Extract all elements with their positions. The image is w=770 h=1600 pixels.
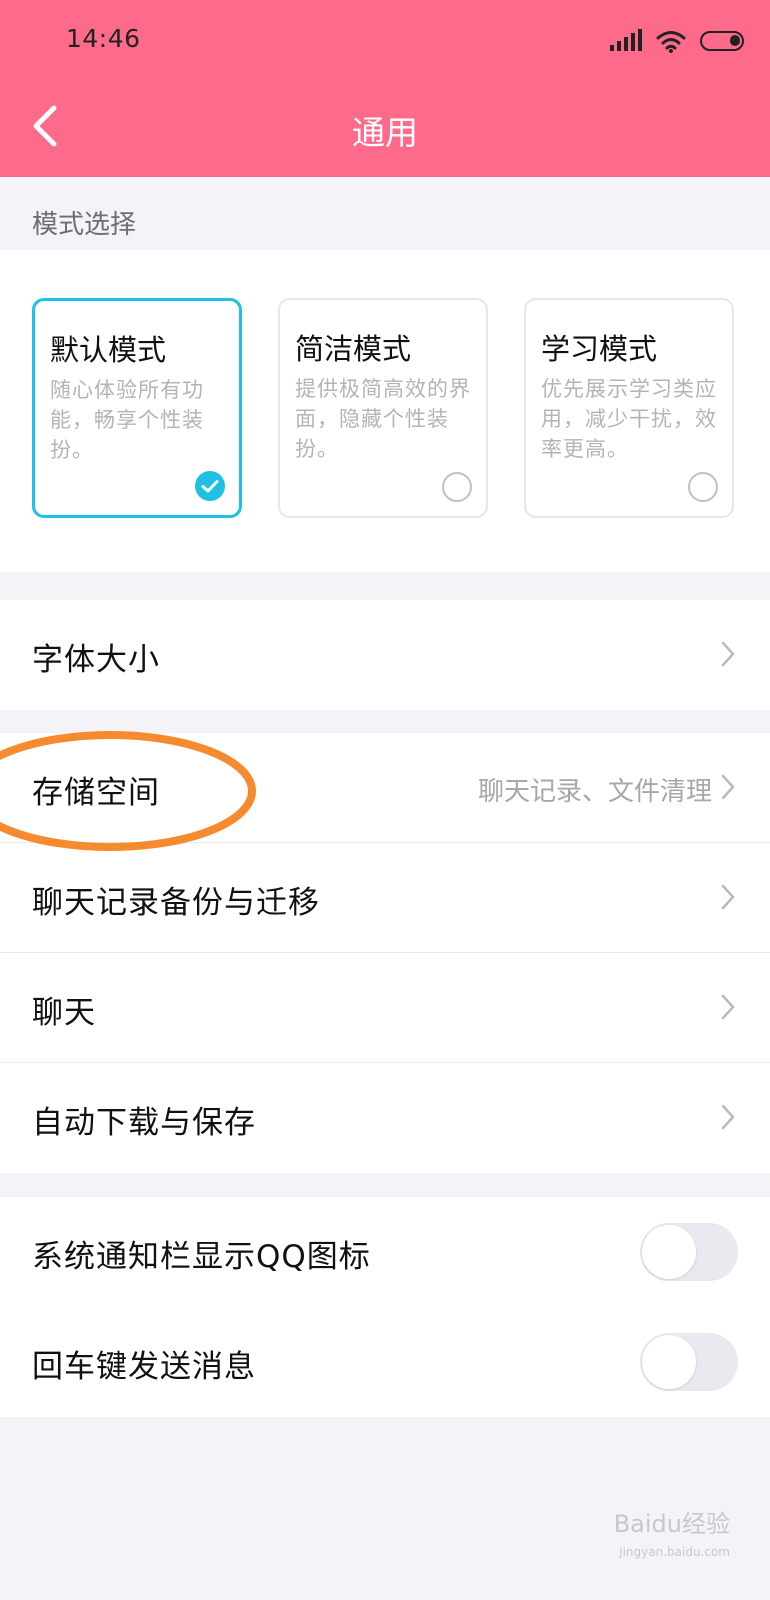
storage-group: 存储空间 聊天记录、文件清理 聊天记录备份与迁移 聊天 自动下载与保存: [0, 733, 770, 1173]
mode-title: 学习模式: [541, 332, 658, 366]
row-label: 聊天: [32, 995, 96, 1031]
mode-card-default[interactable]: 默认模式 随心体验所有功能，畅享个性装扮。: [32, 298, 242, 518]
mode-title: 默认模式: [50, 333, 167, 367]
radio-unchecked-icon[interactable]: [442, 472, 472, 502]
notify-icon-toggle[interactable]: [640, 1223, 738, 1281]
status-time: 14:46: [66, 24, 141, 53]
notify-icon-row: 系统通知栏显示QQ图标: [0, 1197, 770, 1307]
chevron-right-icon: [721, 774, 735, 800]
watermark-logo: Baidu经验: [613, 1510, 730, 1538]
row-label: 自动下载与保存: [32, 1105, 256, 1141]
chat-row[interactable]: 聊天: [0, 953, 770, 1063]
battery-icon: [700, 31, 744, 51]
chevron-right-icon: [721, 994, 735, 1020]
backup-row[interactable]: 聊天记录备份与迁移: [0, 843, 770, 953]
font-size-row[interactable]: 字体大小: [0, 600, 770, 710]
watermark-url: jingyan.baidu.com: [619, 1545, 730, 1559]
toggle-knob: [642, 1335, 696, 1389]
storage-row[interactable]: 存储空间 聊天记录、文件清理: [0, 733, 770, 843]
watermark: Baidu经验 jingyan.baidu.com: [614, 1510, 730, 1566]
radio-checked-icon[interactable]: [195, 471, 225, 501]
toggle-group: 系统通知栏显示QQ图标 回车键发送消息: [0, 1197, 770, 1417]
chevron-right-icon: [721, 1104, 735, 1130]
row-label: 聊天记录备份与迁移: [32, 885, 320, 921]
app-header: 14:46 通用: [0, 0, 770, 177]
row-label: 系统通知栏显示QQ图标: [32, 1239, 371, 1275]
font-size-group: 字体大小: [0, 600, 770, 710]
mode-description: 优先展示学习类应用，减少干扰，效率更高。: [541, 377, 717, 461]
chevron-right-icon: [721, 641, 735, 667]
mode-card-simple[interactable]: 简洁模式 提供极简高效的界面，隐藏个性装扮。: [278, 298, 488, 518]
radio-unchecked-icon[interactable]: [688, 472, 718, 502]
enter-send-row: 回车键发送消息: [0, 1307, 770, 1417]
auto-download-row[interactable]: 自动下载与保存: [0, 1063, 770, 1173]
mode-card-study[interactable]: 学习模式 优先展示学习类应用，减少干扰，效率更高。: [524, 298, 734, 518]
row-value: 聊天记录、文件清理: [477, 777, 712, 807]
mode-title: 简洁模式: [295, 332, 412, 366]
row-label: 回车键发送消息: [32, 1349, 256, 1385]
enter-send-toggle[interactable]: [640, 1333, 738, 1391]
toggle-knob: [642, 1225, 696, 1279]
chevron-right-icon: [721, 884, 735, 910]
mode-panel: 默认模式 随心体验所有功能，畅享个性装扮。 简洁模式 提供极简高效的界面，隐藏个…: [0, 250, 770, 572]
mode-section-label: 模式选择: [32, 210, 137, 240]
row-label: 存储空间: [32, 775, 160, 811]
mode-description: 随心体验所有功能，畅享个性装扮。: [50, 378, 204, 462]
status-icons: [610, 28, 744, 54]
page-title: 通用: [352, 113, 418, 152]
wifi-icon: [656, 31, 686, 53]
mode-description: 提供极简高效的界面，隐藏个性装扮。: [295, 377, 471, 461]
row-label: 字体大小: [32, 642, 160, 678]
signal-icon: [610, 29, 642, 51]
